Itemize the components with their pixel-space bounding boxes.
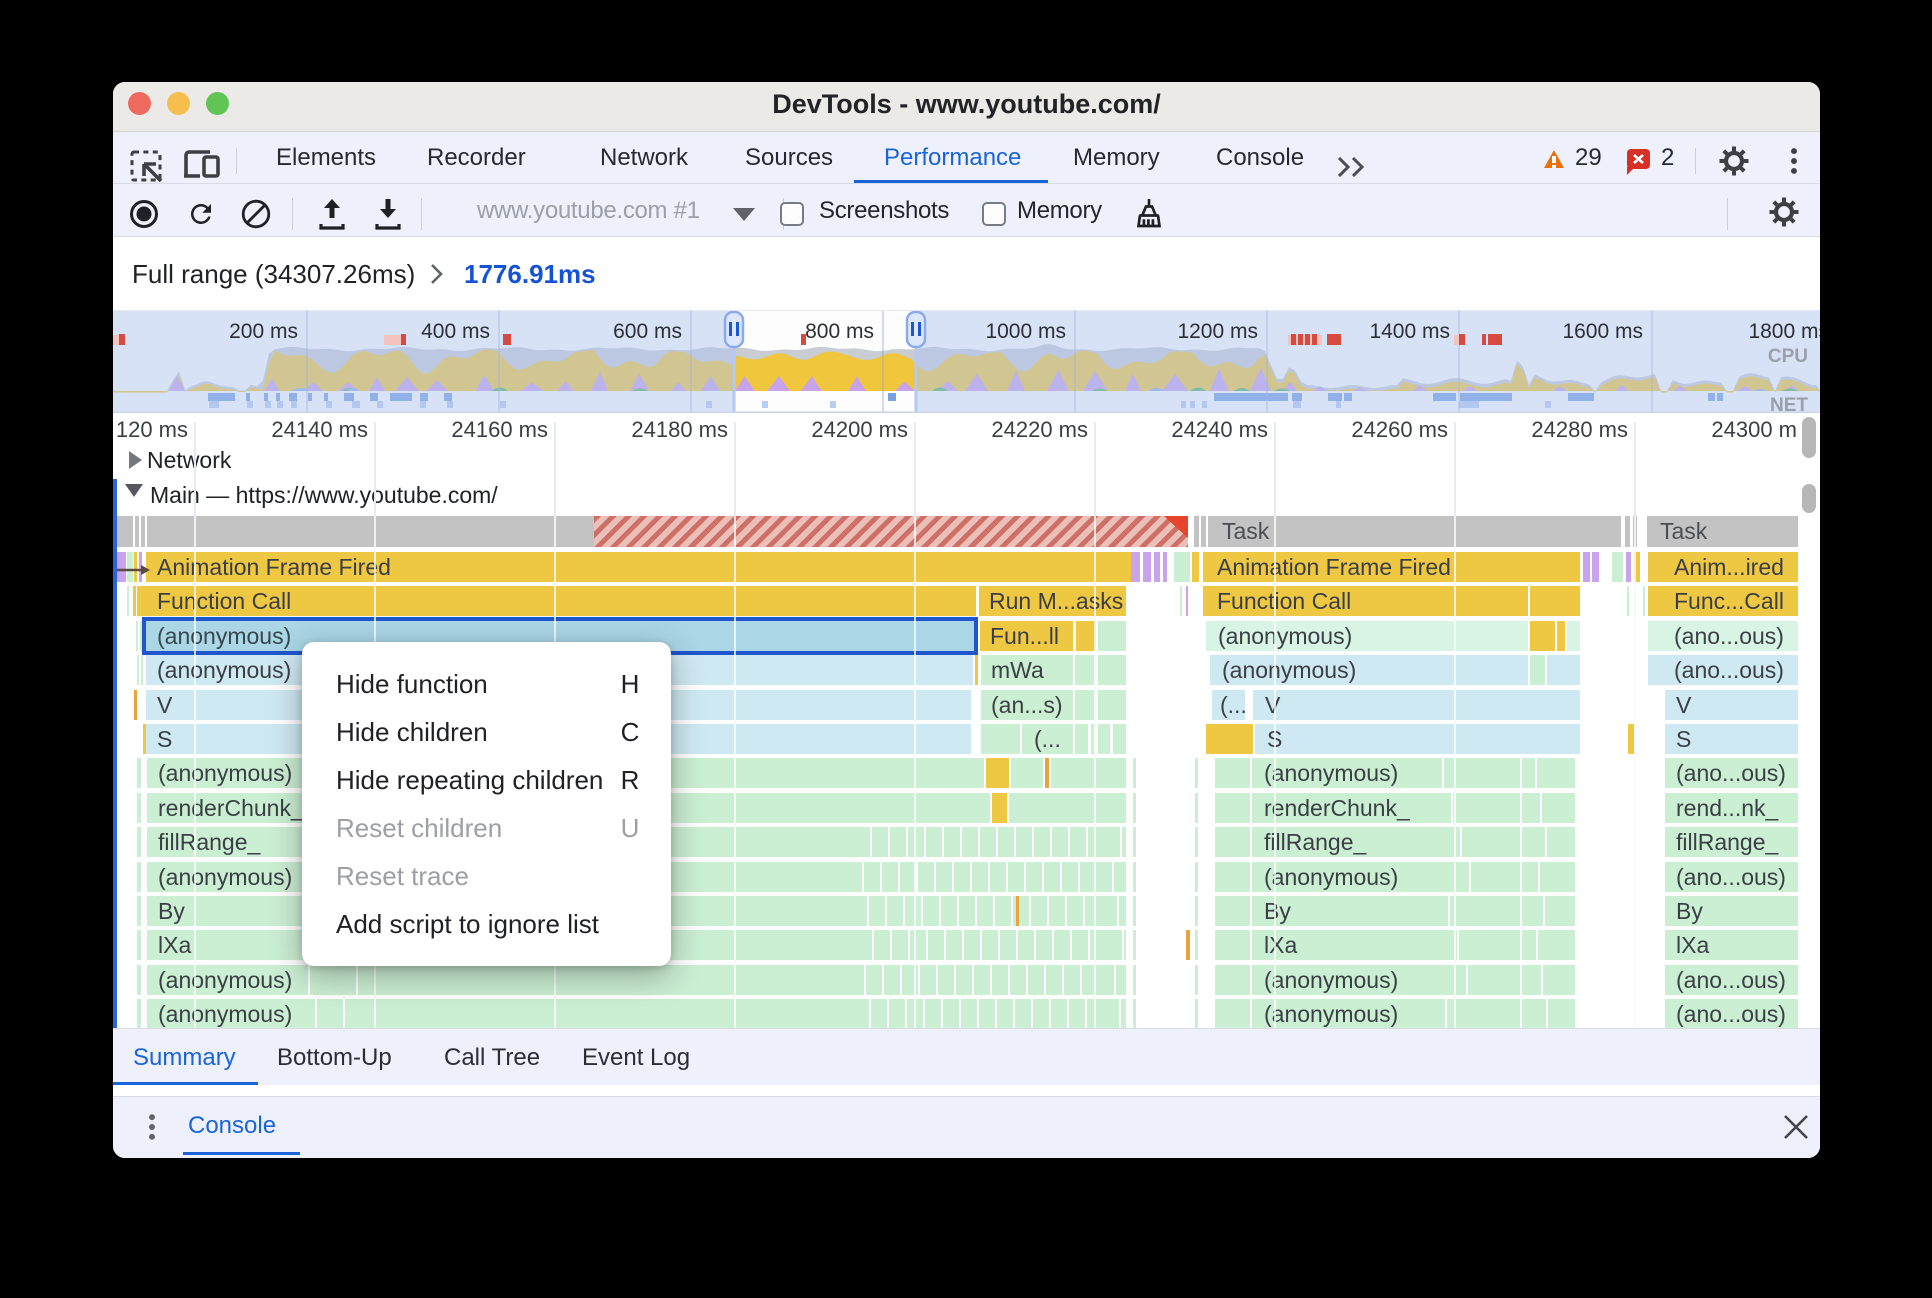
svg-text:CPU: CPU (1768, 346, 1808, 367)
svg-text:NET: NET (1770, 395, 1808, 413)
svg-text:600 ms: 600 ms (613, 320, 682, 343)
svg-text:1800 ms: 1800 ms (1748, 320, 1820, 343)
svg-text:1000 ms: 1000 ms (985, 320, 1066, 343)
svg-text:1400 ms: 1400 ms (1369, 320, 1450, 343)
svg-text:400 ms: 400 ms (421, 320, 490, 343)
svg-text:1200 ms: 1200 ms (1177, 320, 1258, 343)
svg-text:1600 ms: 1600 ms (1562, 320, 1643, 343)
svg-text:800 ms: 800 ms (805, 320, 874, 343)
svg-text:200 ms: 200 ms (229, 320, 298, 343)
